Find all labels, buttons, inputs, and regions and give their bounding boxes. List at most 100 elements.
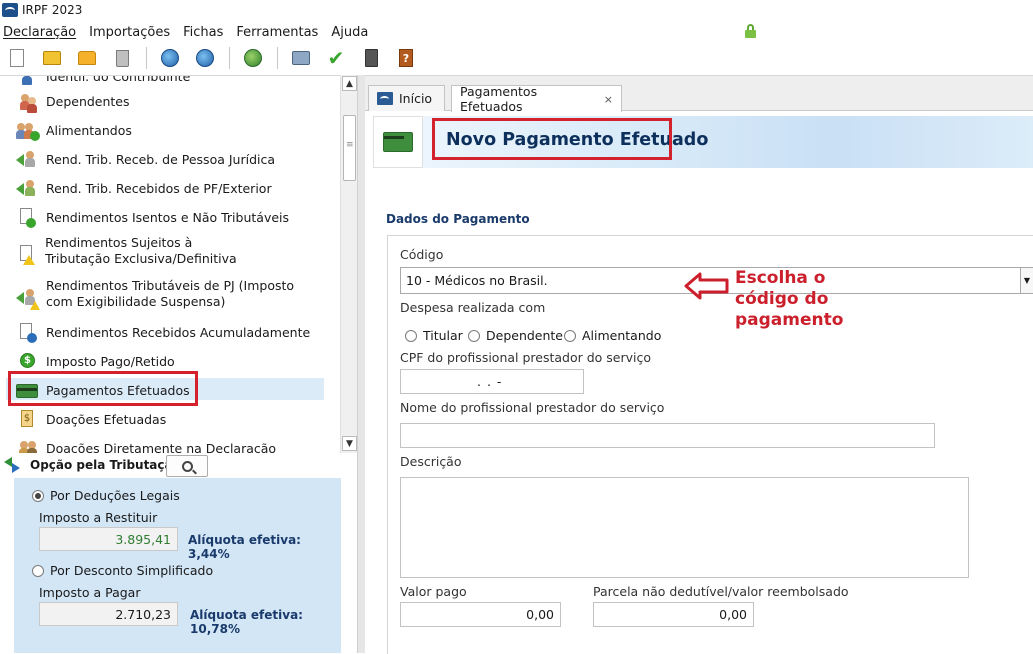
rend-pj-icon: [16, 150, 38, 170]
radio-dependente[interactable]: Dependente: [468, 328, 563, 343]
cpf-input[interactable]: . . -: [400, 369, 584, 394]
scroll-down-icon[interactable]: ▼: [342, 436, 357, 451]
radio-button-icon: [32, 489, 44, 502]
radio-desconto-simplificado[interactable]: Por Desconto Simplificado: [32, 563, 213, 578]
nome-label: Nome do profissional prestador do serviç…: [400, 400, 665, 415]
globe-receive-icon[interactable]: [194, 47, 216, 69]
nav-scrollbar[interactable]: ▲ ▼: [340, 75, 357, 453]
radio-button-icon: [564, 329, 576, 342]
tab-pagamentos-efetuados[interactable]: Pagamentos Efetuados ×: [451, 84, 622, 114]
imposto-restituir-value: 3.895,41: [39, 527, 178, 551]
aliquota-simplificado: Alíquota efetiva: 10,78%: [190, 608, 303, 636]
nav-item-doacoes[interactable]: $ Doações Efetuadas: [16, 410, 166, 430]
opcao-header: Opção pela Tributação:: [4, 457, 186, 473]
menu-importacoes[interactable]: Importações: [86, 25, 174, 40]
descricao-label: Descrição: [400, 454, 462, 469]
search-icon: [181, 460, 193, 472]
nav-item-identificacao[interactable]: Identif. do Contribuinte: [16, 76, 190, 87]
parcela-input[interactable]: 0,00: [593, 602, 754, 627]
despesa-label: Despesa realizada com: [400, 300, 546, 315]
cpf-label: CPF do profissional prestador do serviço: [400, 350, 652, 365]
panel-splitter[interactable]: [357, 75, 365, 653]
globe-world-icon[interactable]: [242, 47, 264, 69]
isentos-icon: [16, 208, 38, 228]
annotation-text: Escolha o código do pagamento: [735, 268, 844, 330]
nav-item-alimentandos[interactable]: Alimentandos: [16, 121, 132, 141]
alimentandos-icon: [16, 121, 40, 141]
valor-pago-input[interactable]: 0,00: [400, 602, 561, 627]
new-file-icon[interactable]: [6, 47, 28, 69]
close-tab-icon[interactable]: ×: [604, 93, 613, 106]
menu-ajuda[interactable]: Ajuda: [328, 25, 372, 40]
nav-item-doacoes-declaracao[interactable]: Doações Diretamente na Declaração: [16, 439, 276, 453]
opcao-tributacao-panel: Opção pela Tributação: Por Deduções Lega…: [0, 453, 357, 653]
folder-icon[interactable]: [76, 47, 98, 69]
lock-icon: [745, 24, 756, 38]
tab-strip: Início Pagamentos Efetuados ×: [365, 76, 1033, 114]
nav-item-acumuladamente[interactable]: Rendimentos Recebidos Acumuladamente: [16, 323, 310, 343]
printer-icon[interactable]: [290, 47, 312, 69]
annotation-arrow-icon: [684, 272, 729, 300]
menu-ferramentas[interactable]: Ferramentas: [233, 25, 322, 40]
codigo-label: Código: [400, 247, 444, 262]
tab-inicio[interactable]: Início: [368, 85, 445, 111]
home-logo-icon: [377, 92, 393, 105]
radio-alimentando[interactable]: Alimentando: [564, 328, 661, 343]
opcao-body: Por Deduções Legais Imposto a Restituir …: [14, 478, 341, 653]
menu-declaracao[interactable]: Declaração: [0, 25, 80, 40]
valor-pago-label: Valor pago: [400, 584, 467, 599]
toolbar: ✔ ?: [0, 43, 760, 73]
nav-item-exclusiva[interactable]: Rendimentos Sujeitos à Tributação Exclus…: [16, 235, 256, 267]
highlight-box-nav: [8, 371, 198, 406]
section-title: Dados do Pagamento: [386, 212, 530, 226]
globe-transmit-icon[interactable]: [159, 47, 181, 69]
nav-item-dependentes[interactable]: Dependentes: [16, 92, 130, 113]
menu-fichas[interactable]: Fichas: [180, 25, 227, 40]
toolbar-separator: [277, 47, 278, 69]
rend-pf-icon: [16, 179, 38, 199]
imposto-pagar-value: 2.710,23: [39, 602, 178, 626]
radio-button-icon: [32, 564, 44, 577]
radio-button-icon: [405, 329, 417, 342]
imposto-restituir-label: Imposto a Restituir: [39, 510, 158, 525]
chevron-down-icon[interactable]: ▼: [1020, 267, 1033, 294]
opcao-search-button[interactable]: [166, 455, 208, 477]
parcela-label: Parcela não dedutível/valor reembolsado: [593, 584, 849, 599]
person-icon: [16, 76, 38, 87]
toolbar-separator: [229, 47, 230, 69]
green-arrows-icon: [4, 457, 24, 473]
opcao-title: Opção pela Tributação:: [30, 458, 186, 472]
check-icon[interactable]: ✔: [325, 47, 347, 69]
descricao-textarea[interactable]: [400, 477, 969, 578]
highlight-box-title: [432, 118, 672, 160]
help-book-icon[interactable]: ?: [395, 47, 417, 69]
scroll-thumb[interactable]: [343, 115, 356, 181]
menu-bar: Declaração Importações Fichas Ferramenta…: [0, 21, 760, 43]
radio-button-icon: [468, 329, 480, 342]
nav-item-imposto-pago[interactable]: $ Imposto Pago/Retido: [16, 352, 175, 372]
trash-icon[interactable]: [111, 47, 133, 69]
receita-logo-icon: [2, 3, 18, 17]
nav-item-rend-pj[interactable]: Rend. Trib. Receb. de Pessoa Jurídica: [16, 150, 275, 170]
coin-icon: $: [16, 352, 38, 372]
open-folder-icon[interactable]: [41, 47, 63, 69]
acumuladamente-icon: [16, 323, 38, 343]
nav-item-isentos[interactable]: Rendimentos Isentos e Não Tributáveis: [16, 208, 289, 228]
dependentes-icon: [16, 92, 38, 113]
nav-item-exigibilidade[interactable]: Rendimentos Tributáveis de PJ (Imposto c…: [16, 278, 316, 310]
nav-item-rend-pf[interactable]: Rend. Trib. Recebidos de PF/Exterior: [16, 179, 272, 199]
aliquota-deducoes: Alíquota efetiva: 3,44%: [188, 533, 301, 561]
toolbar-separator: [146, 47, 147, 69]
payment-card-icon: [373, 116, 423, 168]
nome-input[interactable]: [400, 423, 935, 448]
scroll-up-icon[interactable]: ▲: [342, 76, 357, 91]
radio-titular[interactable]: Titular: [405, 328, 463, 343]
calculator-icon[interactable]: [360, 47, 382, 69]
window-title: IRPF 2023: [22, 3, 83, 17]
donation-people-icon: [16, 439, 38, 453]
content-panel: Início Pagamentos Efetuados × Novo Pagam…: [365, 75, 1033, 654]
donation-icon: $: [16, 410, 38, 430]
exclusiva-icon: [16, 245, 37, 265]
radio-deducoes-legais[interactable]: Por Deduções Legais: [32, 488, 180, 503]
title-bar: IRPF 2023: [0, 0, 1033, 20]
